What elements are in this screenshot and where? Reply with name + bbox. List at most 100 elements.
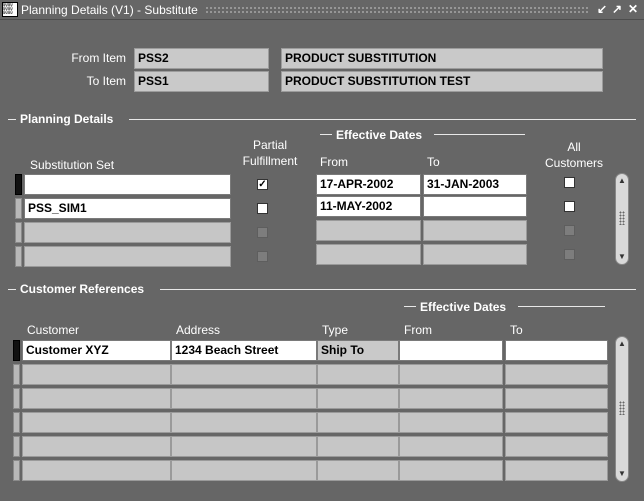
address-field[interactable] [171, 436, 317, 457]
address-header: Address [176, 323, 221, 337]
record-indicator[interactable] [15, 174, 22, 195]
substitution-set-field[interactable] [24, 174, 231, 195]
plan-to-date-field[interactable] [423, 220, 527, 241]
record-indicator[interactable] [15, 198, 22, 219]
type-field[interactable] [317, 412, 399, 433]
plan-eff-dates-line-right [434, 134, 525, 135]
type-field[interactable] [317, 460, 399, 481]
to-item-description: PRODUCT SUBSTITUTION TEST [281, 71, 603, 92]
customer-scrollbar[interactable]: ▲ ▼ [615, 336, 629, 482]
planning-section-line-left [8, 119, 16, 120]
record-indicator[interactable] [15, 246, 22, 267]
scroll-grip-icon[interactable] [619, 401, 625, 415]
type-field[interactable] [317, 364, 399, 385]
record-indicator[interactable] [13, 460, 20, 481]
scroll-up-icon[interactable]: ▲ [617, 176, 627, 186]
partial-fulfillment-checkbox[interactable]: ✓ [257, 179, 268, 190]
customer-field[interactable] [22, 388, 171, 409]
cust-eff-dates-line-left [404, 306, 416, 307]
partial-fulfillment-checkbox[interactable] [257, 251, 268, 262]
record-indicator[interactable] [13, 388, 20, 409]
cust-from-date-field[interactable] [399, 340, 503, 361]
to-item-label: To Item [86, 74, 126, 88]
all-customers-checkbox[interactable] [564, 177, 575, 188]
cust-to-date-field[interactable] [505, 460, 608, 481]
customer-field[interactable] [22, 412, 171, 433]
all-customers-checkbox[interactable] [564, 225, 575, 236]
plan-eff-dates-line-left [320, 134, 332, 135]
record-indicator[interactable] [15, 222, 22, 243]
cust-to-date-field[interactable] [505, 388, 608, 409]
title-bar-grip [205, 6, 588, 14]
address-field[interactable]: 1234 Beach Street [171, 340, 317, 361]
type-field[interactable] [317, 436, 399, 457]
customer-section-line [160, 289, 636, 290]
plan-from-header: From [320, 155, 348, 169]
from-item-code: PSS2 [134, 48, 269, 69]
substitution-set-field[interactable]: PSS_SIM1 [24, 198, 231, 219]
address-field[interactable] [171, 412, 317, 433]
scroll-down-icon[interactable]: ▼ [617, 252, 627, 262]
record-indicator[interactable] [13, 364, 20, 385]
minimize-icon[interactable]: ↙ [595, 2, 609, 17]
from-item-label: From Item [71, 51, 126, 65]
all-customers-header-1: All [567, 140, 581, 154]
scroll-grip-icon[interactable] [619, 211, 625, 225]
from-item-description: PRODUCT SUBSTITUTION [281, 48, 603, 69]
partial-header-2: Fulfillment [242, 154, 298, 168]
substitution-set-field[interactable] [24, 246, 231, 267]
app-icon[interactable]: 0000 0000 0000 [2, 2, 18, 17]
address-field[interactable] [171, 388, 317, 409]
all-customers-header-2: Customers [544, 156, 603, 170]
plan-to-date-field[interactable] [423, 196, 527, 217]
type-field[interactable] [317, 388, 399, 409]
customer-field[interactable] [22, 460, 171, 481]
planning-scrollbar[interactable]: ▲ ▼ [615, 173, 629, 265]
plan-from-date-field[interactable] [316, 220, 421, 241]
maximize-icon[interactable]: ↗ [610, 2, 624, 17]
cust-from-date-field[interactable] [399, 364, 503, 385]
partial-header-1: Partial [252, 138, 287, 152]
planning-section-line [129, 119, 636, 120]
address-field[interactable] [171, 364, 317, 385]
cust-from-date-field[interactable] [399, 436, 503, 457]
cust-from-date-field[interactable] [399, 412, 503, 433]
customer-field[interactable]: Customer XYZ [22, 340, 171, 361]
plan-to-date-field[interactable]: 31-JAN-2003 [423, 174, 527, 195]
record-indicator[interactable] [13, 340, 20, 361]
all-customers-checkbox[interactable] [564, 249, 575, 260]
scroll-up-icon[interactable]: ▲ [617, 339, 627, 349]
plan-to-header: To [427, 155, 440, 169]
customer-field[interactable] [22, 436, 171, 457]
cust-from-header: From [404, 323, 432, 337]
cust-to-date-field[interactable] [505, 340, 608, 361]
customer-references-heading: Customer References [20, 282, 145, 296]
cust-to-date-field[interactable] [505, 364, 608, 385]
cust-to-header: To [510, 323, 523, 337]
plan-from-date-field[interactable]: 11-MAY-2002 [316, 196, 421, 217]
type-field[interactable]: Ship To [317, 340, 399, 361]
plan-from-date-field[interactable] [316, 244, 421, 265]
customer-section-line-left [8, 289, 16, 290]
cust-from-date-field[interactable] [399, 388, 503, 409]
all-customers-checkbox[interactable] [564, 201, 575, 212]
substitution-set-field[interactable] [24, 222, 231, 243]
close-icon[interactable]: ✕ [626, 2, 640, 17]
scroll-down-icon[interactable]: ▼ [617, 469, 627, 479]
address-field[interactable] [171, 460, 317, 481]
record-indicator[interactable] [13, 412, 20, 433]
cust-effective-dates-heading: Effective Dates [420, 300, 507, 314]
planning-details-window: 0000 0000 0000 Planning Details (V1) - S… [0, 0, 644, 501]
partial-fulfillment-checkbox[interactable] [257, 203, 268, 214]
plan-to-date-field[interactable] [423, 244, 527, 265]
cust-to-date-field[interactable] [505, 436, 608, 457]
partial-fulfillment-checkbox[interactable] [257, 227, 268, 238]
customer-field[interactable] [22, 364, 171, 385]
plan-from-date-field[interactable]: 17-APR-2002 [316, 174, 421, 195]
to-item-code: PSS1 [134, 71, 269, 92]
title-bar[interactable]: 0000 0000 0000 Planning Details (V1) - S… [0, 0, 644, 20]
record-indicator[interactable] [13, 436, 20, 457]
cust-to-date-field[interactable] [505, 412, 608, 433]
cust-from-date-field[interactable] [399, 460, 503, 481]
customer-header: Customer [27, 323, 80, 337]
